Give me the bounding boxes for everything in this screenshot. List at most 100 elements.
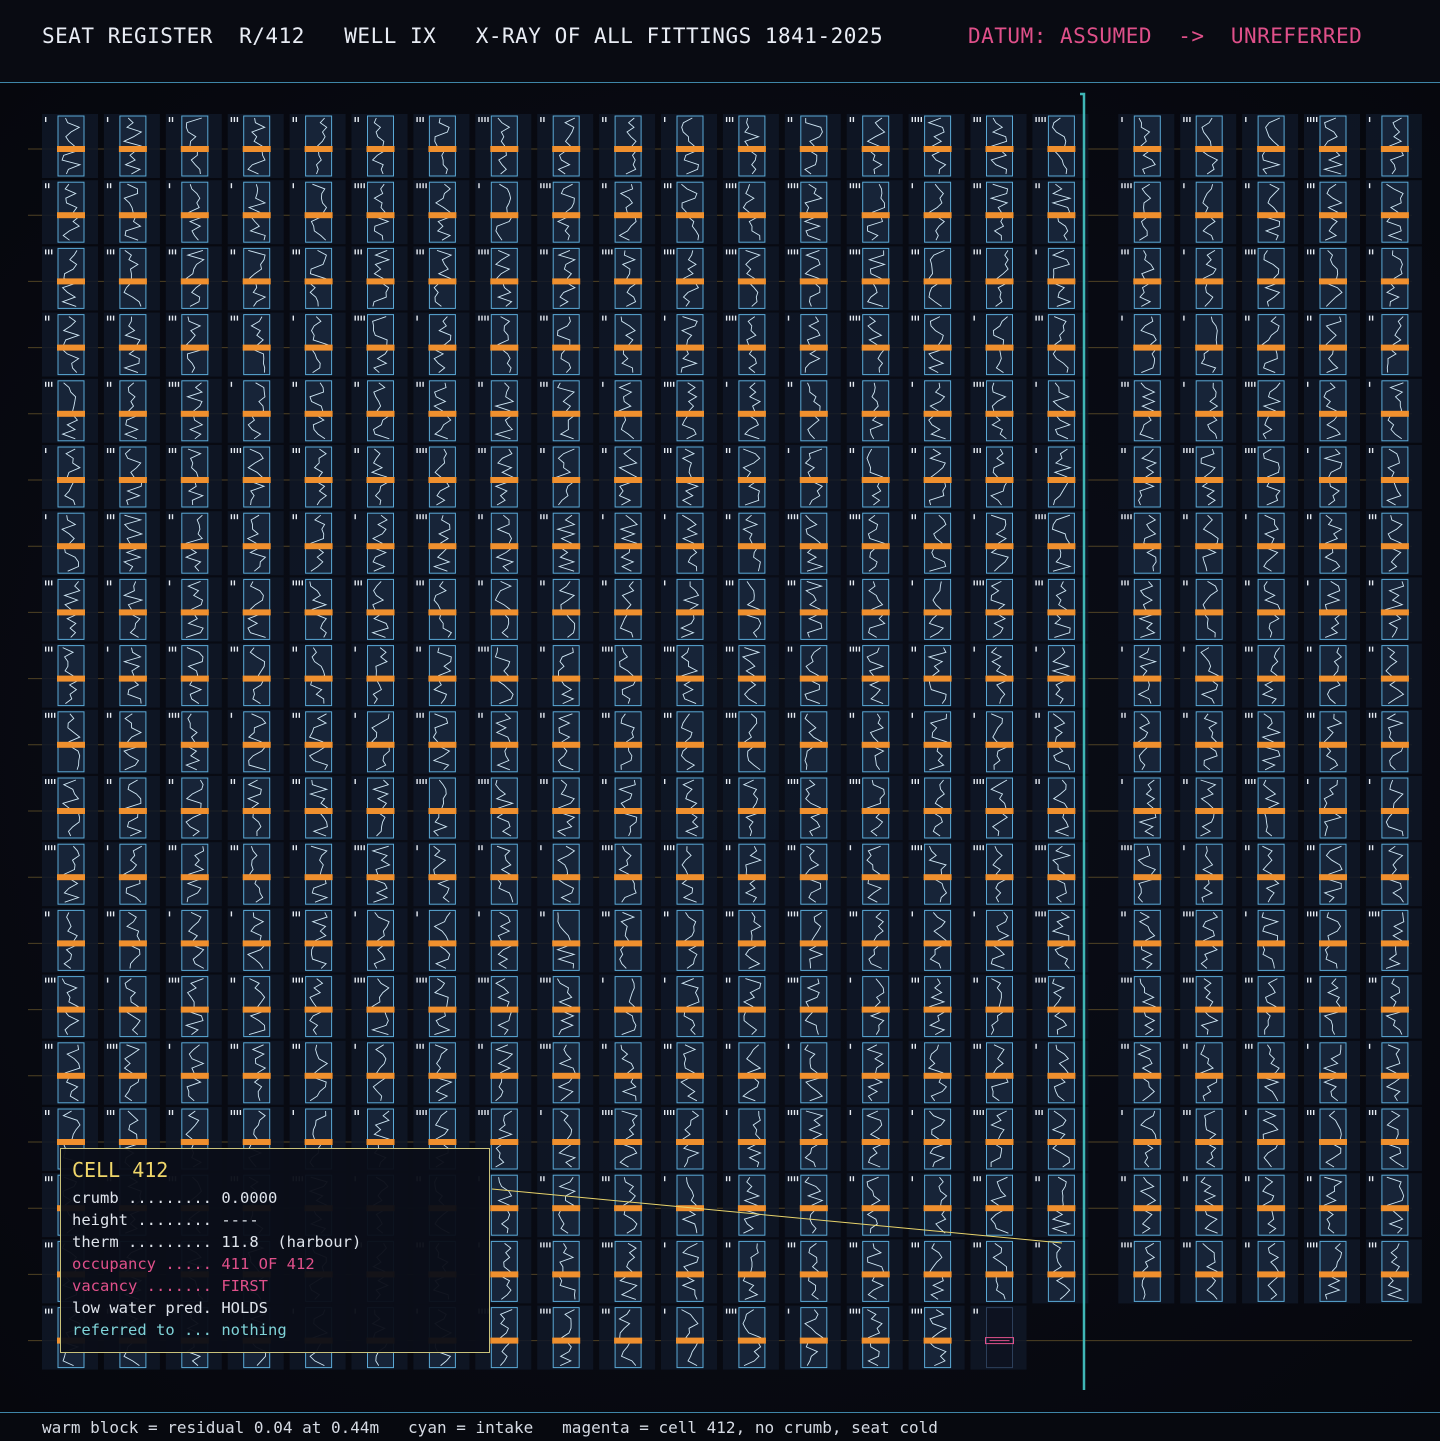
warm-block	[1257, 344, 1286, 351]
cell-tick	[1183, 646, 1185, 652]
warm-block	[118, 1139, 147, 1145]
cell-tick	[605, 580, 607, 586]
warm-block	[676, 278, 704, 285]
detail-value: 411 OF 412	[221, 1255, 315, 1273]
warm-block	[799, 212, 828, 219]
cell-tick	[602, 249, 604, 255]
cell-tick	[1371, 1110, 1374, 1115]
warm-block	[614, 1205, 643, 1212]
cell-tick	[301, 977, 303, 983]
cell-tick	[790, 1110, 793, 1115]
warm-block	[1133, 344, 1162, 351]
cell-tick	[1248, 183, 1250, 189]
cell-tick	[1121, 712, 1123, 718]
cell-tick	[1371, 845, 1374, 851]
cell-tick	[602, 1110, 604, 1115]
cell-tick	[478, 448, 480, 453]
cell-tick	[793, 1176, 796, 1182]
warm-block	[1047, 146, 1076, 152]
warm-block	[799, 278, 828, 285]
cell-tick	[911, 381, 913, 387]
cell-tick	[357, 977, 359, 983]
cell-tick	[728, 448, 731, 453]
cell-tick	[1313, 911, 1315, 917]
cell-tick	[1041, 911, 1043, 917]
cell-tick	[171, 448, 174, 453]
warm-block	[428, 609, 457, 616]
cell-tick	[1044, 977, 1046, 983]
warm-block	[1047, 675, 1076, 682]
warm-block	[676, 543, 704, 550]
cell-tick	[1371, 249, 1374, 255]
cell-tick	[670, 712, 672, 718]
cell-tick	[1044, 514, 1046, 520]
cell-tick	[920, 1308, 922, 1314]
cell-tick	[725, 249, 728, 255]
cell-tick	[1310, 1242, 1312, 1248]
cell-tick	[664, 315, 666, 321]
cell-tick	[1189, 977, 1191, 983]
cell-tick	[292, 646, 294, 652]
cell-tick	[914, 1043, 916, 1049]
cell-tick	[608, 249, 610, 255]
warm-block	[428, 344, 457, 351]
cell-tick	[1038, 117, 1040, 122]
warm-block	[242, 344, 271, 351]
cell-tick	[298, 779, 300, 784]
cell-tick	[1124, 183, 1126, 189]
cell-tick	[1316, 117, 1318, 122]
cell-tick	[725, 117, 728, 122]
cell-tick	[540, 1043, 542, 1049]
warm-block	[861, 543, 890, 550]
cell-tick	[793, 514, 796, 520]
warm-block	[1319, 410, 1347, 417]
warm-block	[552, 344, 581, 351]
cell-tick	[914, 646, 916, 652]
cell-tick	[1307, 183, 1309, 189]
cell-tick	[422, 779, 424, 784]
cell-tick	[1038, 977, 1040, 983]
cell-tick	[1121, 1110, 1123, 1115]
cell-tick	[45, 712, 47, 718]
cell-tick	[1310, 911, 1312, 917]
cell-tick	[602, 448, 604, 453]
cell-tick	[793, 712, 796, 718]
cell-tick	[1313, 249, 1315, 255]
warm-block	[242, 874, 271, 881]
cell-tick	[973, 977, 975, 983]
cell-tick	[731, 249, 734, 255]
warm-block	[737, 410, 766, 417]
cell-tick	[416, 448, 418, 453]
cell-tick	[543, 1176, 545, 1182]
cell-tick	[920, 845, 922, 851]
warm-block	[1257, 874, 1286, 881]
warm-block	[1257, 543, 1286, 550]
warm-block	[118, 1006, 147, 1013]
cell-tick	[112, 1110, 115, 1115]
cell-tick	[109, 779, 112, 784]
cell-tick	[233, 977, 236, 983]
warm-block	[861, 675, 890, 682]
cell-tick	[546, 514, 548, 520]
warm-block	[985, 1205, 1014, 1212]
cell-tick	[796, 911, 799, 917]
cell-tick	[540, 315, 542, 321]
cell-tick	[230, 845, 233, 851]
cell-tick	[728, 1308, 731, 1314]
warm-block	[1195, 212, 1224, 219]
detail-row-referred: referred to ... nothing	[72, 1321, 287, 1339]
cell-tick	[419, 514, 421, 520]
header-bar: SEAT REGISTER R/412 WELL IX X-RAY OF ALL…	[0, 0, 1440, 83]
cell-tick	[1038, 779, 1040, 784]
cell-tick	[295, 646, 297, 652]
cell-tick	[174, 646, 177, 652]
cell-tick	[664, 183, 666, 189]
cell-tick	[976, 580, 978, 586]
cell-tick	[481, 977, 483, 983]
cell-tick	[793, 779, 796, 784]
cell-tick	[168, 315, 171, 321]
cell-tick	[911, 845, 913, 851]
cell-tick	[1127, 977, 1129, 983]
cell-tick	[295, 712, 297, 718]
cell-tick	[1124, 845, 1126, 851]
